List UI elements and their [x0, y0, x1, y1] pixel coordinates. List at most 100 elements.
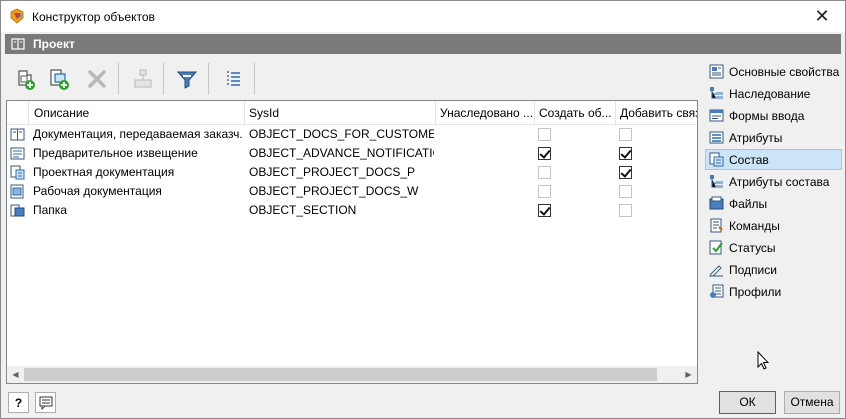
sidebar-item-label: Команды [729, 219, 780, 233]
toolbar-separator [254, 63, 255, 95]
add-link-checkbox[interactable] [619, 204, 632, 217]
scroll-right-icon[interactable]: ▶ [680, 366, 697, 383]
delete-button[interactable] [83, 65, 111, 93]
sidebar-item-profiles[interactable]: Профили [705, 281, 842, 302]
sidebar-item-attributes[interactable]: Атрибуты [705, 127, 842, 148]
cell-description: Предварительное извещение [33, 146, 198, 160]
cell-sysid: OBJECT_DOCS_FOR_CUSTOMER [249, 127, 434, 141]
sections-sidebar: Основные свойства Наследование Формы вво… [705, 60, 842, 390]
files-icon [709, 196, 724, 210]
sidebar-item-label: Статусы [729, 241, 776, 255]
sidebar-item-inheritance[interactable]: Наследование [705, 83, 842, 104]
folder-icon [10, 204, 25, 217]
sidebar-item-commands[interactable]: Команды [705, 215, 842, 236]
sidebar-item-label: Формы ввода [729, 109, 805, 123]
sidebar-item-composition[interactable]: Состав [705, 149, 842, 170]
add-link-checkbox[interactable] [619, 128, 632, 141]
project-doc-icon [10, 165, 25, 180]
properties-icon [709, 64, 724, 79]
hierarchy-icon [134, 69, 152, 88]
scrollbar-thumb[interactable] [24, 368, 657, 381]
table-row[interactable]: Папка OBJECT_SECTION [7, 201, 697, 220]
cell-description: Папка [33, 203, 67, 217]
add-linked-object-icon [50, 69, 69, 90]
comment-icon [39, 396, 52, 410]
sidebar-item-composition-attributes[interactable]: Атрибуты состава [705, 171, 842, 192]
cell-description: Проектная документация [33, 165, 175, 179]
sidebar-item-label: Файлы [729, 197, 768, 211]
hierarchy-button[interactable] [129, 65, 157, 93]
sidebar-item-label: Состав [729, 153, 769, 167]
add-object-icon [18, 70, 35, 90]
create-object-checkbox[interactable] [538, 185, 551, 198]
column-header-create-object[interactable]: Создать об... [535, 101, 616, 125]
create-object-checkbox[interactable] [538, 128, 551, 141]
toolbar-separator [118, 63, 119, 95]
column-header-add-link[interactable]: Добавить связь [616, 101, 697, 125]
sidebar-item-signatures[interactable]: Подписи [705, 259, 842, 280]
composition-attributes-icon [710, 175, 723, 188]
table-row[interactable]: Предварительное извещение OBJECT_ADVANCE… [7, 144, 697, 163]
sidebar-item-basic-properties[interactable]: Основные свойства [705, 61, 842, 82]
object-header: Проект [5, 34, 841, 54]
cell-description: Документация, передаваемая заказч... [33, 127, 243, 141]
cell-sysid: OBJECT_ADVANCE_NOTIFICATION [249, 146, 434, 160]
object-title: Проект [33, 37, 75, 51]
sidebar-item-label: Атрибуты состава [729, 175, 830, 189]
sidebar-item-statuses[interactable]: Статусы [705, 237, 842, 258]
sidebar-item-label: Подписи [729, 263, 777, 277]
statuses-icon [709, 240, 723, 255]
commands-icon [710, 218, 723, 233]
cell-description: Рабочая документация [33, 184, 162, 198]
sidebar-item-label: Профили [729, 285, 782, 299]
sidebar-item-input-forms[interactable]: Формы ввода [705, 105, 842, 126]
toolbar-separator [163, 63, 164, 95]
table-row[interactable]: Проектная документация OBJECT_PROJECT_DO… [7, 163, 697, 182]
notice-icon [10, 147, 25, 160]
add-link-checkbox[interactable] [619, 147, 632, 160]
delete-icon [88, 70, 106, 88]
help-button[interactable]: ? [8, 392, 29, 413]
attributes-icon [709, 131, 724, 144]
comment-button[interactable] [35, 392, 56, 413]
app-logo-icon [10, 8, 24, 24]
header-icon-column [7, 101, 29, 125]
horizontal-scrollbar[interactable]: ◀ ▶ [7, 366, 697, 383]
sidebar-item-label: Основные свойства [729, 65, 840, 79]
table-row[interactable]: Рабочая документация OBJECT_PROJECT_DOCS… [7, 182, 697, 201]
column-header-inherited[interactable]: Унаследовано ... [436, 101, 535, 125]
book-icon [10, 128, 25, 141]
cell-sysid: OBJECT_PROJECT_DOCS_P [249, 165, 416, 179]
add-link-checkbox[interactable] [619, 166, 632, 179]
create-object-checkbox[interactable] [538, 147, 551, 160]
add-link-checkbox[interactable] [619, 185, 632, 198]
cancel-button[interactable]: Отмена [784, 391, 840, 414]
ok-button[interactable]: ОК [719, 391, 776, 414]
profiles-icon [710, 284, 724, 298]
window-title: Конструктор объектов [32, 10, 155, 24]
filter-button[interactable] [173, 65, 201, 93]
column-header-description[interactable]: Описание [29, 101, 245, 125]
object-constructor-window: Конструктор объектов ✕ Проект Описание S… [0, 0, 846, 419]
inheritance-icon [710, 87, 723, 99]
sidebar-item-files[interactable]: Файлы [705, 193, 842, 214]
mouse-pointer-icon [757, 351, 769, 370]
grid-header: Описание SysId Унаследовано ... Создать … [7, 101, 697, 125]
scroll-left-icon[interactable]: ◀ [7, 366, 24, 383]
table-row[interactable]: Документация, передаваемая заказч... OBJ… [7, 125, 697, 144]
column-settings-button[interactable] [219, 65, 247, 93]
close-button[interactable]: ✕ [799, 1, 845, 32]
create-object-checkbox[interactable] [538, 204, 551, 217]
title-bar: Конструктор объектов ✕ [1, 1, 845, 32]
column-header-sysid[interactable]: SysId [245, 101, 436, 125]
column-settings-icon [227, 71, 240, 87]
add-linked-object-button[interactable] [45, 65, 73, 93]
cell-sysid: OBJECT_PROJECT_DOCS_W [249, 184, 419, 198]
composition-icon [709, 152, 724, 167]
sidebar-item-label: Атрибуты [729, 131, 783, 145]
create-object-checkbox[interactable] [538, 166, 551, 179]
work-doc-icon [10, 184, 24, 199]
add-object-button[interactable] [11, 65, 39, 93]
toolbar-separator [208, 63, 209, 95]
signatures-icon [709, 265, 723, 277]
